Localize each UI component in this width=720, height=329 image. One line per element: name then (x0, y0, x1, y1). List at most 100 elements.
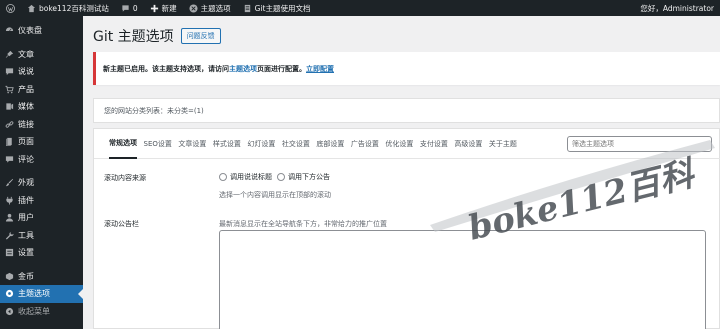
scroll-source-help: 选择一个内容调用显示在顶部的滚动 (219, 191, 331, 199)
sidebar-item-links[interactable]: 链接 (0, 116, 83, 134)
theme-activated-notice: 新主题已启用。该主题支持选项，请访问 主题选项 页面进行配置。 立即配置 (93, 52, 720, 85)
radio-label: 调用下方公告 (288, 173, 330, 181)
sidebar-item-label: 插件 (18, 195, 34, 205)
plugin-icon (5, 196, 14, 205)
greeting-text: 您好，Administrator (640, 3, 714, 13)
notice-text: 页面进行配置。 (257, 64, 306, 73)
sidebar-item-label: 产品 (18, 84, 34, 94)
wrench-icon (5, 231, 14, 240)
sidebar-item-shuoshuo[interactable]: 说说 (0, 63, 83, 81)
sidebar-item-label: 文章 (18, 49, 34, 59)
theme-options-link[interactable]: 主题选项 (183, 0, 237, 16)
users-icon (5, 213, 14, 222)
my-account-link[interactable]: 您好，Administrator (634, 0, 720, 16)
sidebar-item-label: 评论 (18, 154, 34, 164)
admin-bar: boke112百科测试站 0 新建 主题选项 Git主题使用文档 您好，Admi… (0, 0, 720, 16)
category-list-box: 您的网站分类列表：未分类=(1) (93, 98, 720, 123)
sidebar-item-label: 主题选项 (18, 289, 50, 299)
wp-logo-button[interactable] (0, 0, 21, 16)
admin-sidebar: 仪表盘 文章 说说 产品 媒体 链接 页面 评论 外观 插件 用户 工具 设置 … (0, 16, 83, 329)
sidebar-item-label: 仪表盘 (18, 26, 42, 36)
sidebar-item-comments[interactable]: 评论 (0, 151, 83, 169)
new-content-link[interactable]: 新建 (144, 0, 183, 16)
sidebar-item-coins[interactable]: 金币 (0, 268, 83, 286)
main-content: Git 主题选项 问题反馈 新主题已启用。该主题支持选项，请访问 主题选项 页面… (83, 16, 720, 329)
sidebar-item-users[interactable]: 用户 (0, 209, 83, 227)
comments-link[interactable]: 0 (115, 0, 144, 16)
pin-icon (5, 50, 14, 59)
radio-label: 调用说说标题 (230, 173, 272, 181)
page-title: Git 主题选项 (93, 29, 174, 45)
notice-text: 新主题已启用。该主题支持选项，请访问 (103, 64, 229, 73)
sidebar-item-theme-options[interactable]: 主题选项 (0, 285, 83, 303)
radio-notice-below[interactable] (277, 173, 285, 181)
sidebar-item-label: 链接 (18, 119, 34, 129)
sidebar-item-label: 页面 (18, 137, 34, 147)
options-tabs: 常规选项 SEO设置 文章设置 样式设置 幻灯设置 社交设置 底部设置 广告设置… (94, 129, 720, 159)
filter-options-input[interactable] (567, 136, 712, 152)
tab-advanced[interactable]: 高级设置 (454, 129, 482, 159)
tab-optimize[interactable]: 优化设置 (385, 129, 413, 159)
sidebar-item-label: 说说 (18, 67, 34, 77)
docs-link[interactable]: Git主题使用文档 (237, 0, 317, 16)
tab-slider[interactable]: 幻灯设置 (247, 129, 275, 159)
docs-label: Git主题使用文档 (254, 3, 311, 13)
sidebar-item-products[interactable]: 产品 (0, 81, 83, 99)
notice-configure-now-link[interactable]: 立即配置 (306, 64, 334, 74)
scroll-source-radio-group: 调用说说标题 调用下方公告 (219, 172, 330, 182)
tab-style[interactable]: 样式设置 (213, 129, 241, 159)
cart-icon (5, 85, 14, 94)
tab-payment[interactable]: 支付设置 (420, 129, 448, 159)
comments-icon (5, 155, 14, 164)
category-list-text: 您的网站分类列表：未分类=(1) (104, 106, 204, 115)
sidebar-item-plugins[interactable]: 插件 (0, 192, 83, 210)
comment-icon (5, 67, 14, 76)
sidebar-item-label: 用户 (18, 213, 34, 223)
sidebar-item-media[interactable]: 媒体 (0, 98, 83, 116)
comment-bubble-icon (122, 4, 129, 12)
site-name-link[interactable]: boke112百科测试站 (21, 0, 115, 16)
collapse-menu-button[interactable]: 收起菜单 (0, 303, 83, 321)
sidebar-item-label: 金币 (18, 271, 34, 281)
sidebar-item-pages[interactable]: 页面 (0, 133, 83, 151)
sidebar-item-appearance[interactable]: 外观 (0, 174, 83, 192)
tab-general[interactable]: 常规选项 (109, 129, 137, 159)
page-header: Git 主题选项 问题反馈 (93, 26, 221, 46)
new-label: 新建 (161, 3, 177, 13)
coin-icon (5, 272, 14, 281)
notice-bar-label: 滚动公告栏 (104, 220, 139, 228)
sidebar-item-label: 收起菜单 (18, 306, 50, 316)
sidebar-item-settings[interactable]: 设置 (0, 244, 83, 262)
sidebar-item-posts[interactable]: 文章 (0, 46, 83, 64)
document-icon (244, 4, 250, 12)
page-icon (5, 137, 14, 147)
sidebar-item-tools[interactable]: 工具 (0, 227, 83, 245)
notice-bar-textarea[interactable] (219, 230, 706, 329)
notice-bar-help: 最新消息显示在全站导航条下方，非常给力的推广位置 (219, 220, 387, 228)
feedback-button[interactable]: 问题反馈 (180, 28, 221, 44)
site-name-label: boke112百科测试站 (39, 3, 109, 13)
tab-post[interactable]: 文章设置 (178, 129, 206, 159)
sidebar-item-label: 外观 (18, 178, 34, 188)
tab-social[interactable]: 社交设置 (282, 129, 310, 159)
tab-seo[interactable]: SEO设置 (144, 129, 172, 159)
theme-options-label: 主题选项 (200, 3, 231, 13)
plus-icon (150, 4, 158, 12)
tab-about[interactable]: 关于主题 (489, 129, 517, 159)
tab-ads[interactable]: 广告设置 (351, 129, 379, 159)
sidebar-item-label: 设置 (18, 248, 34, 258)
sidebar-item-dashboard[interactable]: 仪表盘 (0, 22, 83, 40)
home-icon (27, 4, 36, 12)
gear-icon (5, 289, 14, 298)
scroll-source-label: 滚动内容来源 (104, 174, 146, 182)
settings-icon (5, 248, 14, 257)
theme-x-icon (189, 3, 198, 13)
dashboard-icon (5, 26, 14, 35)
radio-shuoshuo-title[interactable] (219, 173, 227, 181)
sidebar-item-label: 媒体 (18, 102, 34, 112)
comments-count: 0 (132, 3, 138, 13)
sidebar-item-label: 工具 (18, 230, 34, 240)
wordpress-icon (6, 3, 15, 13)
tab-footer[interactable]: 底部设置 (316, 129, 344, 159)
notice-theme-options-link[interactable]: 主题选项 (229, 64, 257, 74)
